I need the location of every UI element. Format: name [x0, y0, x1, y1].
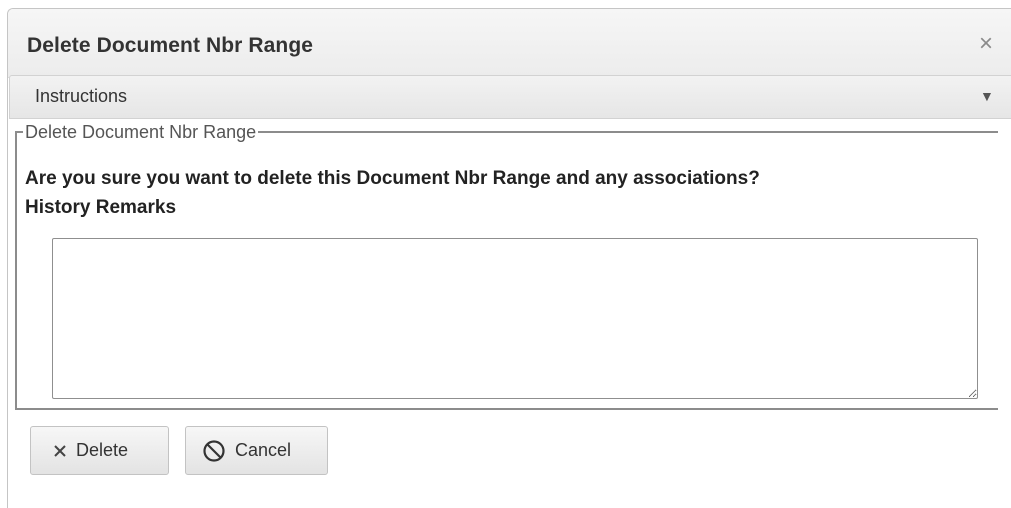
fieldset-legend: Delete Document Nbr Range [25, 122, 257, 142]
confirm-message: Are you sure you want to delete this Doc… [25, 168, 760, 189]
instructions-accordion[interactable]: Instructions ▼ [9, 75, 1011, 119]
delete-button-label: Delete [76, 440, 129, 460]
caret-down-icon: ▼ [980, 88, 994, 104]
history-remarks-label: History Remarks [25, 197, 177, 218]
delete-fieldset: Delete Document Nbr Range Are you sure y… [15, 123, 998, 410]
dialog-title-bar[interactable]: Delete Document Nbr Range × [8, 9, 1011, 78]
dialog-title: Delete Document Nbr Range [27, 34, 314, 57]
x-icon [53, 444, 67, 458]
delete-button[interactable]: Delete [30, 426, 169, 475]
instructions-label: Instructions [35, 86, 128, 106]
prohibit-icon [202, 439, 226, 463]
close-icon[interactable]: × [979, 32, 993, 56]
history-remarks-input[interactable] [52, 238, 978, 399]
cancel-button-label: Cancel [235, 440, 292, 460]
cancel-button[interactable]: Cancel [185, 426, 328, 475]
